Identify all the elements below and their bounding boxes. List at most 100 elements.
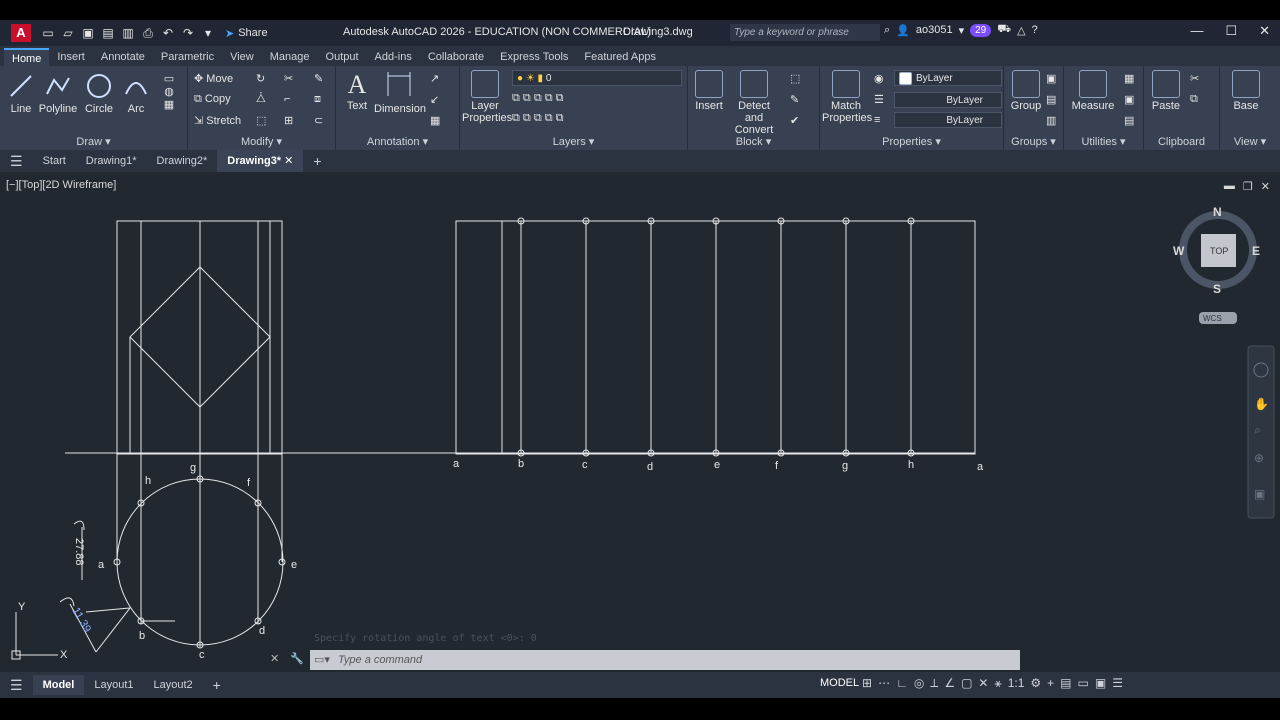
gradient-icon[interactable]: ▦	[156, 98, 182, 111]
layer-tools-row-1[interactable]: ⧉ ⧉ ⧉ ⧉ ⧉	[512, 92, 564, 105]
user-dropdown-icon[interactable]: ▾	[959, 24, 965, 37]
annotation-panel-title[interactable]: Annotation ▾	[336, 135, 459, 148]
annotation-scale-label[interactable]: 1:1	[1008, 676, 1025, 691]
offset-icon[interactable]: ⊂	[314, 114, 323, 127]
workspace-gear-icon[interactable]: ⚙	[1030, 676, 1041, 691]
layers-panel-title[interactable]: Layers ▾	[460, 135, 687, 148]
model-space-toggle[interactable]: MODEL	[820, 677, 859, 689]
command-line-settings-icon[interactable]: 🔧	[290, 652, 304, 665]
pan-icon[interactable]: ✋	[1254, 397, 1269, 411]
measure-button[interactable]: Measure	[1068, 70, 1118, 112]
hatch-icon[interactable]: ◍	[156, 85, 182, 98]
tab-manage[interactable]: Manage	[262, 48, 318, 66]
snap-icon[interactable]: ⋯	[878, 676, 890, 691]
circle-button[interactable]: Circle	[82, 72, 116, 115]
annotation-autoscale-icon[interactable]: ⚹	[994, 676, 1001, 691]
file-tab-drawing2[interactable]: Drawing2*	[147, 150, 218, 172]
grid-icon[interactable]: ⊞	[862, 676, 872, 691]
isodraft-icon[interactable]: ⟂	[930, 676, 938, 691]
base-button[interactable]: Base	[1228, 70, 1264, 112]
arc-button[interactable]: Arc	[120, 72, 152, 115]
rectangle-icon[interactable]: ▭	[156, 72, 182, 85]
layer-properties-button[interactable]: Layer Properties	[462, 70, 512, 124]
create-block-icon[interactable]: ⬚	[790, 72, 800, 85]
copy-clip-icon[interactable]: ⧉	[1190, 93, 1198, 106]
viewcube-n[interactable]: N	[1213, 205, 1222, 219]
tab-parametric[interactable]: Parametric	[153, 48, 222, 66]
id-point-icon[interactable]: ▣	[1124, 93, 1134, 106]
move-button[interactable]: ✥ Move	[194, 72, 233, 85]
orbit-icon[interactable]: ⊕	[1254, 451, 1264, 465]
fillet-icon[interactable]: ⌐	[284, 93, 290, 105]
dimension-button[interactable]: Dimension	[374, 70, 426, 115]
app-menu-button[interactable]: A	[11, 24, 31, 42]
viewcube-w[interactable]: W	[1173, 244, 1185, 258]
close-tab-icon[interactable]: ✕	[284, 155, 293, 167]
trim-icon[interactable]: ✂	[284, 72, 293, 85]
polyline-button[interactable]: Polyline	[38, 72, 78, 115]
lineweight-dropdown[interactable]: ByLayer	[894, 112, 1002, 128]
customization-menu-icon[interactable]: ☰	[1112, 676, 1123, 691]
tab-add-ins[interactable]: Add-ins	[367, 48, 420, 66]
layout-tab-model[interactable]: Model	[32, 675, 85, 695]
insert-button[interactable]: Insert	[692, 70, 726, 112]
cart-icon[interactable]: ⛟	[997, 23, 1011, 37]
layout-tab-layout2[interactable]: Layout2	[144, 675, 203, 695]
new-file-icon[interactable]: ▭	[39, 24, 57, 42]
new-tab-icon[interactable]: +	[303, 150, 331, 172]
properties-panel-title[interactable]: Properties ▾	[820, 135, 1003, 148]
groups-panel-title[interactable]: Groups ▾	[1004, 135, 1063, 148]
open-folder-icon[interactable]: ▱	[59, 24, 77, 42]
multileader-icon[interactable]: ↙	[430, 93, 439, 106]
detect-convert-button[interactable]: Detect and Convert	[728, 70, 780, 136]
add-icon[interactable]: +	[1047, 676, 1054, 691]
showmotion-icon[interactable]: ▣	[1254, 487, 1265, 501]
layer-dropdown[interactable]: ● ☀ ▮ 0	[512, 70, 682, 86]
line-button[interactable]: Line	[6, 72, 36, 115]
erase-icon[interactable]: ✎	[314, 72, 323, 85]
draw-panel-title[interactable]: Draw ▾	[0, 135, 187, 148]
view-panel-title[interactable]: View ▾	[1220, 135, 1280, 148]
table-icon[interactable]: ▦	[430, 114, 440, 127]
block-panel-title[interactable]: Block ▾	[688, 135, 819, 148]
annotation-visibility-icon[interactable]: ✕	[978, 676, 988, 691]
osnap-tracking-icon[interactable]: ∠	[944, 676, 955, 691]
modify-panel-title[interactable]: Modify ▾	[188, 135, 335, 148]
mirror-icon[interactable]: ⧊	[256, 93, 266, 106]
array-icon[interactable]: ⊞	[284, 114, 293, 127]
zoom-extents-icon[interactable]: ⌕	[1254, 423, 1261, 437]
leader-icon[interactable]: ↗	[430, 72, 439, 85]
search-icon[interactable]: ⌕	[884, 24, 890, 37]
tab-annotate[interactable]: Annotate	[93, 48, 153, 66]
block-attributes-icon[interactable]: ✔	[790, 114, 799, 127]
autodesk-app-icon[interactable]: △	[1017, 24, 1025, 37]
layout-tab-layout1[interactable]: Layout1	[84, 675, 143, 695]
viewcube[interactable]: N S E W TOP WCS	[1173, 205, 1260, 324]
layer-tools-row-2[interactable]: ⧉ ⧉ ⧉ ⧉ ⧉	[512, 112, 564, 125]
copy-button[interactable]: ⧉ Copy	[194, 93, 231, 106]
polar-icon[interactable]: ◎	[914, 676, 924, 691]
file-tabs-menu-icon[interactable]: ☰	[0, 150, 33, 172]
command-input[interactable]: Type a command	[310, 650, 1020, 670]
tab-view[interactable]: View	[222, 48, 262, 66]
undo-icon[interactable]: ↶	[159, 24, 177, 42]
match-properties-button[interactable]: Match Properties	[822, 70, 872, 124]
group-edit-icon[interactable]: ▤	[1046, 93, 1056, 106]
units-icon[interactable]: ▤	[1060, 676, 1071, 691]
edit-block-icon[interactable]: ✎	[790, 93, 799, 106]
quick-properties-icon[interactable]: ▭	[1078, 676, 1089, 691]
redo-icon[interactable]: ↷	[179, 24, 197, 42]
web-mobile-icon[interactable]: ▥	[119, 24, 137, 42]
save-icon[interactable]: ▣	[79, 24, 97, 42]
tab-express-tools[interactable]: Express Tools	[492, 48, 576, 66]
paste-button[interactable]: Paste	[1148, 70, 1184, 112]
plot-icon[interactable]: ⎙	[139, 24, 157, 42]
calculator-icon[interactable]: ▤	[1124, 114, 1134, 127]
add-layout-icon[interactable]: +	[203, 675, 231, 695]
viewcube-s[interactable]: S	[1213, 282, 1221, 296]
tab-collaborate[interactable]: Collaborate	[420, 48, 492, 66]
group-button[interactable]: Group	[1008, 70, 1044, 112]
quick-calc-icon[interactable]: ▦	[1124, 72, 1134, 85]
maximize-icon[interactable]: ☐	[1225, 23, 1237, 39]
save-as-icon[interactable]: ▤	[99, 24, 117, 42]
